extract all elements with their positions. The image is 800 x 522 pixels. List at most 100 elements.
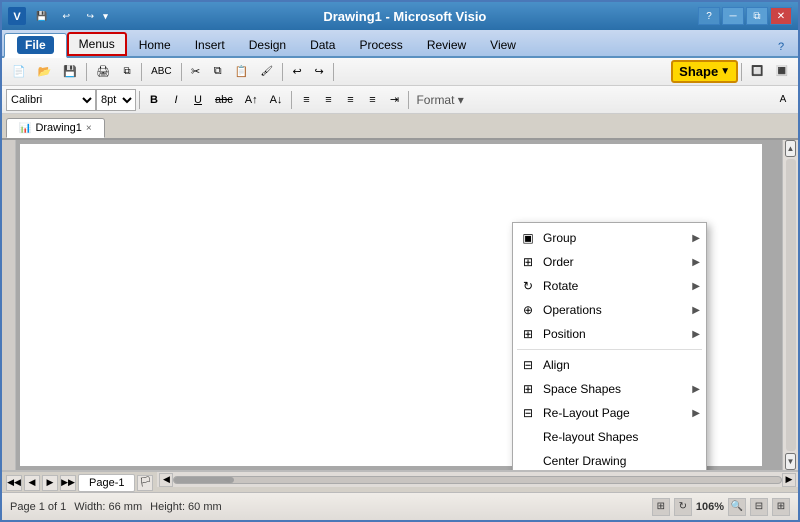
bold-btn[interactable]: B bbox=[143, 91, 165, 109]
scroll-track-h[interactable] bbox=[173, 476, 782, 484]
format-row: Calibri 8pt B I U abc A↑ A↓ ≡ ≡ ≡ ≡ ⇥ Fo… bbox=[2, 86, 798, 114]
font-select[interactable]: Calibri bbox=[6, 89, 96, 111]
paste-btn[interactable]: 📋 bbox=[229, 62, 255, 81]
page-tab[interactable]: Page-1 bbox=[78, 474, 135, 492]
position-icon: ⊞ bbox=[519, 327, 537, 341]
btn-extra1[interactable]: 🔲 bbox=[745, 63, 769, 80]
h-scrollbar[interactable]: ◀ ▶ bbox=[157, 471, 798, 487]
scroll-down-btn[interactable]: ▼ bbox=[785, 453, 797, 470]
btn-extra2[interactable]: 🔳 bbox=[770, 63, 794, 80]
indent-btn[interactable]: ⇥ bbox=[383, 90, 405, 109]
tab-icon: 📊 bbox=[19, 123, 31, 134]
align-right-btn[interactable]: ≡ bbox=[339, 91, 361, 109]
relayout-shapes-label: Re-layout Shapes bbox=[543, 430, 638, 444]
restore-btn[interactable]: ⧉ bbox=[746, 7, 768, 25]
tab-view[interactable]: View bbox=[478, 34, 528, 56]
align-left-btn[interactable]: ≡ bbox=[295, 91, 317, 109]
quick-access-toolbar: 💾 ↩ ↪ ▾ bbox=[26, 8, 112, 25]
preview-btn[interactable]: ⧉ bbox=[116, 63, 138, 80]
tab-file[interactable]: File bbox=[4, 33, 67, 58]
shape-menu-container[interactable]: Shape ▼ bbox=[671, 60, 738, 83]
status-icon-1[interactable]: ⊞ bbox=[652, 498, 670, 516]
status-icon-5[interactable]: ⊞ bbox=[772, 498, 790, 516]
format-painter-btn[interactable]: 🖌 bbox=[254, 63, 279, 80]
tab-review[interactable]: Review bbox=[415, 34, 478, 56]
font-color-btn[interactable]: A bbox=[772, 91, 794, 108]
copy-btn[interactable]: ⧉ bbox=[207, 62, 229, 81]
page-next-btn[interactable]: ▶ bbox=[42, 475, 58, 491]
fmt-sep3 bbox=[408, 91, 409, 109]
menu-item-group[interactable]: ▣ Group ▶ bbox=[513, 226, 706, 250]
file-tab-btn[interactable]: File bbox=[17, 36, 54, 54]
menu-item-align[interactable]: ⊟ Align bbox=[513, 353, 706, 377]
close-btn[interactable]: ✕ bbox=[770, 7, 792, 25]
page-tab-name: Page-1 bbox=[89, 477, 124, 489]
status-icon-2[interactable]: ↻ bbox=[674, 498, 692, 516]
position-label: Position bbox=[543, 327, 586, 341]
scroll-up-btn[interactable]: ▲ bbox=[785, 140, 797, 157]
grow-font-btn[interactable]: A↑ bbox=[239, 91, 264, 109]
status-icon-4[interactable]: ⊟ bbox=[750, 498, 768, 516]
quick-redo-btn[interactable]: ↪ bbox=[79, 8, 101, 25]
undo-btn[interactable]: ↩ bbox=[286, 62, 308, 81]
scroll-left-btn[interactable]: ◀ bbox=[159, 473, 173, 487]
help-btn[interactable]: ? bbox=[698, 7, 720, 25]
tab-insert[interactable]: Insert bbox=[183, 34, 237, 56]
page-last-btn[interactable]: ▶▶ bbox=[60, 475, 76, 491]
minimize-btn[interactable]: ─ bbox=[722, 7, 744, 25]
scroll-right-btn[interactable]: ▶ bbox=[782, 473, 796, 487]
tab-design[interactable]: Design bbox=[237, 34, 298, 56]
justify-btn[interactable]: ≡ bbox=[361, 91, 383, 109]
underline-btn[interactable]: U bbox=[187, 91, 209, 109]
italic-btn[interactable]: I bbox=[165, 91, 187, 109]
menu-item-relayout-page[interactable]: ⊟ Re-Layout Page ▶ bbox=[513, 401, 706, 425]
operations-arrow: ▶ bbox=[692, 305, 700, 316]
file-tools: 📄 📂 💾 🖨 ⧉ ABC ✂ ⧉ 📋 🖌 ↩ ↪ bbox=[6, 62, 337, 81]
tab-data[interactable]: Data bbox=[298, 34, 347, 56]
space-shapes-icon: ⊞ bbox=[519, 382, 537, 396]
drawing-tab[interactable]: 📊 Drawing1 × bbox=[6, 118, 105, 138]
save-btn[interactable]: 💾 bbox=[57, 62, 83, 81]
status-icon-3[interactable]: 🔍 bbox=[728, 498, 746, 516]
cut-btn[interactable]: ✂ bbox=[185, 62, 207, 81]
spell-btn[interactable]: ABC bbox=[145, 63, 178, 80]
right-toolbar: A bbox=[772, 91, 794, 108]
tab-home[interactable]: Home bbox=[127, 34, 183, 56]
shrink-font-btn[interactable]: A↓ bbox=[264, 91, 289, 109]
menu-item-operations[interactable]: ⊕ Operations ▶ bbox=[513, 298, 706, 322]
relayout-page-icon: ⊟ bbox=[519, 406, 537, 420]
menu-item-rotate[interactable]: ↻ Rotate ▶ bbox=[513, 274, 706, 298]
operations-icon: ⊕ bbox=[519, 303, 537, 317]
add-page-btn[interactable]: 🏳 bbox=[137, 475, 153, 491]
menu-item-center-drawing[interactable]: Center Drawing bbox=[513, 449, 706, 470]
size-select[interactable]: 8pt bbox=[96, 89, 136, 111]
fmt-sep1 bbox=[139, 91, 140, 109]
rotate-label: Rotate bbox=[543, 279, 578, 293]
tab-close-btn[interactable]: × bbox=[86, 123, 92, 134]
menu-item-order[interactable]: ⊞ Order ▶ bbox=[513, 250, 706, 274]
print-btn[interactable]: 🖨 bbox=[90, 62, 116, 81]
shape-dropdown-menu: ▣ Group ▶ ⊞ Order ▶ ↻ Rotate ▶ ⊕ Operati… bbox=[512, 222, 707, 470]
redo-btn[interactable]: ↪ bbox=[308, 62, 330, 81]
menu-item-position[interactable]: ⊞ Position ▶ bbox=[513, 322, 706, 346]
menu-item-space-shapes[interactable]: ⊞ Space Shapes ▶ bbox=[513, 377, 706, 401]
ribbon-help-btn[interactable]: ? bbox=[770, 38, 792, 56]
quick-undo-btn[interactable]: ↩ bbox=[55, 8, 77, 25]
tab-name: Drawing1 bbox=[35, 122, 81, 134]
sep-align bbox=[517, 349, 702, 350]
new-btn[interactable]: 📄 bbox=[6, 62, 32, 81]
open-btn[interactable]: 📂 bbox=[32, 62, 58, 81]
group-label: Group bbox=[543, 231, 576, 245]
menu-item-relayout-shapes[interactable]: Re-layout Shapes bbox=[513, 425, 706, 449]
shape-menu-arrow: ▼ bbox=[720, 66, 730, 77]
tab-menus[interactable]: Menus bbox=[67, 32, 127, 56]
page-prev-btn[interactable]: ◀ bbox=[24, 475, 40, 491]
strikethrough-btn[interactable]: abc bbox=[209, 91, 239, 109]
height-info: Height: 60 mm bbox=[150, 501, 222, 513]
width-info: Width: 66 mm bbox=[74, 501, 142, 513]
title-bar: V 💾 ↩ ↪ ▾ Drawing1 - Microsoft Visio ? ─… bbox=[2, 2, 798, 30]
page-first-btn[interactable]: ◀◀ bbox=[6, 475, 22, 491]
quick-save-btn[interactable]: 💾 bbox=[30, 8, 53, 25]
align-center-btn[interactable]: ≡ bbox=[317, 91, 339, 109]
tab-process[interactable]: Process bbox=[347, 34, 414, 56]
